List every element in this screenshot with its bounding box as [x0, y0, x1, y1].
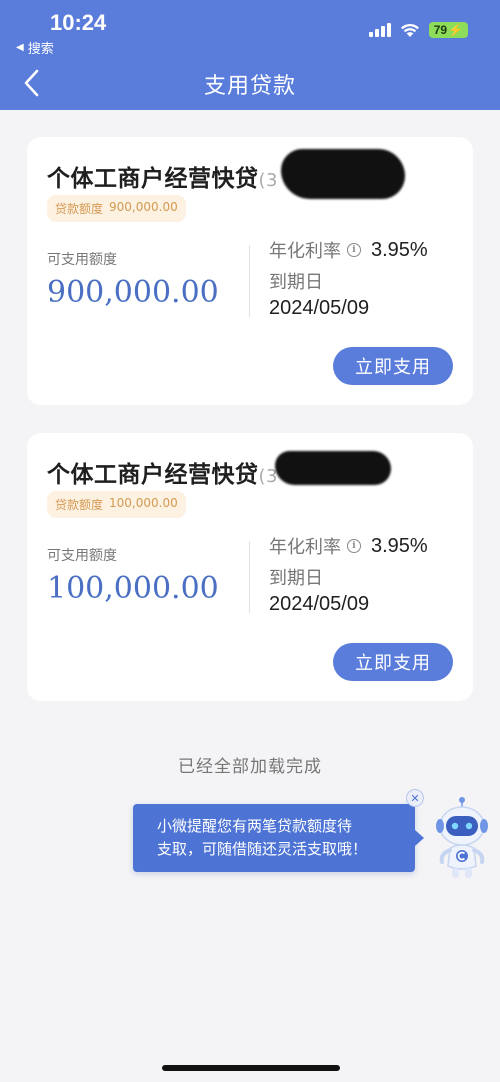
loan-card: 个体工商户经营快贷(3 贷款额度 100,000.00 可支用额度 100,000… — [27, 433, 473, 701]
loan-product-name: 个体工商户经营快贷(3 — [47, 462, 278, 488]
rate-value: 3.95% — [371, 238, 428, 261]
status-indicators: 79 ⚡ — [368, 22, 468, 38]
divider — [249, 245, 250, 317]
tip-line-2: 支取，可随借随还灵活支取哦！ — [157, 840, 368, 858]
status-time: 10:24 — [50, 10, 107, 35]
use-now-button[interactable]: 立即支用 — [333, 347, 453, 385]
quota-badge: 贷款额度 100,000.00 — [47, 491, 186, 518]
back-triangle-icon: ◀ — [16, 42, 24, 53]
info-icon[interactable]: i — [347, 539, 361, 553]
signal-icon — [368, 23, 391, 37]
redaction-mark — [281, 149, 405, 199]
assistant-tip-bubble[interactable]: 小微提醒您有两笔贷款额度待 支取，可随借随还灵活支取哦！ — [133, 804, 424, 872]
loan-card: 个体工商户经营快贷(3 贷款额度 900,000.00 可支用额度 900,000… — [27, 137, 473, 405]
quota-badge: 贷款额度 900,000.00 — [47, 195, 186, 222]
all-loaded-text: 已经全部加载完成 — [178, 757, 322, 777]
rate-row: 年化利率 i 3.95% — [269, 237, 428, 263]
close-icon[interactable]: ✕ — [406, 789, 424, 807]
divider — [249, 541, 250, 613]
rate-label: 年化利率 — [269, 537, 341, 558]
due-date-label: 到期日 — [269, 272, 323, 293]
info-icon[interactable]: i — [347, 243, 361, 257]
rate-value: 3.95% — [371, 534, 428, 557]
robot-assistant-icon[interactable] — [432, 796, 492, 882]
available-amount: 900,000.00 — [47, 275, 219, 310]
status-back-label: 搜索 — [27, 42, 54, 57]
status-back-link[interactable]: ◀ 搜索 — [16, 38, 54, 57]
home-indicator — [162, 1065, 340, 1071]
app-header: 10:24 ◀ 搜索 79 ⚡ 支用贷款 — [0, 0, 500, 110]
redaction-mark — [275, 451, 391, 485]
use-now-button[interactable]: 立即支用 — [333, 643, 453, 681]
wifi-icon — [400, 23, 420, 38]
due-date-value: 2024/05/09 — [269, 297, 370, 319]
rate-row: 年化利率 i 3.95% — [269, 533, 428, 559]
page-title: 支用贷款 — [203, 74, 296, 99]
battery-icon: 79 ⚡ — [428, 22, 468, 38]
available-label: 可支用额度 — [47, 252, 117, 268]
tip-line-1: 小微提醒您有两笔贷款额度待 — [157, 817, 353, 835]
due-date-value: 2024/05/09 — [269, 593, 370, 615]
due-date-label: 到期日 — [269, 568, 323, 589]
loan-product-name: 个体工商户经营快贷(3 — [47, 166, 278, 192]
battery-level: 79 — [433, 23, 448, 37]
rate-label: 年化利率 — [269, 241, 341, 262]
available-amount: 100,000.00 — [47, 571, 219, 606]
available-label: 可支用额度 — [47, 548, 117, 564]
